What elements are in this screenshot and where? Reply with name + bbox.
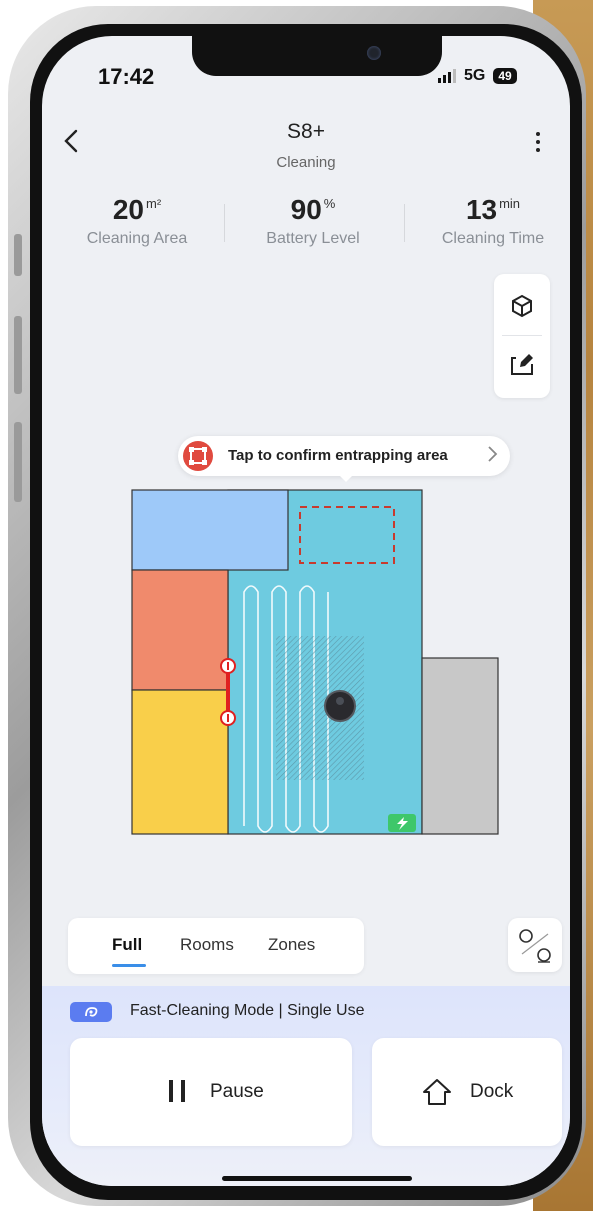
pause-label: Pause [210,1081,264,1102]
robot-icon [324,690,356,722]
tab-full[interactable]: Full [112,935,142,955]
pause-icon [169,1080,185,1102]
vacuum-mop-icon [519,929,551,963]
room-right [421,657,499,835]
vacuum-mop-toggle-button[interactable] [508,918,562,972]
phone-frame: 17:42 5G 49 S8+ Cleaning 20 m² Cleaning A… [8,6,586,1206]
room-middle-left [131,569,229,691]
dock-label: Dock [470,1081,514,1102]
cleaning-mode-text[interactable]: Fast-Cleaning Mode | Single Use [130,1002,365,1020]
cleaning-map[interactable] [42,36,570,906]
room-top-left [131,489,289,571]
cleaning-mode-tabs: Full Rooms Zones [68,918,364,974]
volume-up-button [14,316,22,394]
volume-down-button [14,422,22,502]
mute-switch [14,234,22,276]
app-screen: 17:42 5G 49 S8+ Cleaning 20 m² Cleaning A… [42,36,570,1186]
home-indicator [222,1176,412,1181]
room-bottom-left [131,689,229,835]
pause-button[interactable]: Pause [70,1038,352,1146]
tab-rooms[interactable]: Rooms [180,935,234,955]
charging-dock-icon [388,814,416,832]
fast-clean-mode-icon[interactable] [70,1002,112,1022]
tab-zones[interactable]: Zones [268,935,315,955]
active-tab-indicator [112,964,146,967]
home-icon [423,1079,451,1105]
dock-button[interactable]: Dock [372,1038,562,1146]
bottom-control-panel: Fast-Cleaning Mode | Single Use Pause Do… [42,986,570,1186]
